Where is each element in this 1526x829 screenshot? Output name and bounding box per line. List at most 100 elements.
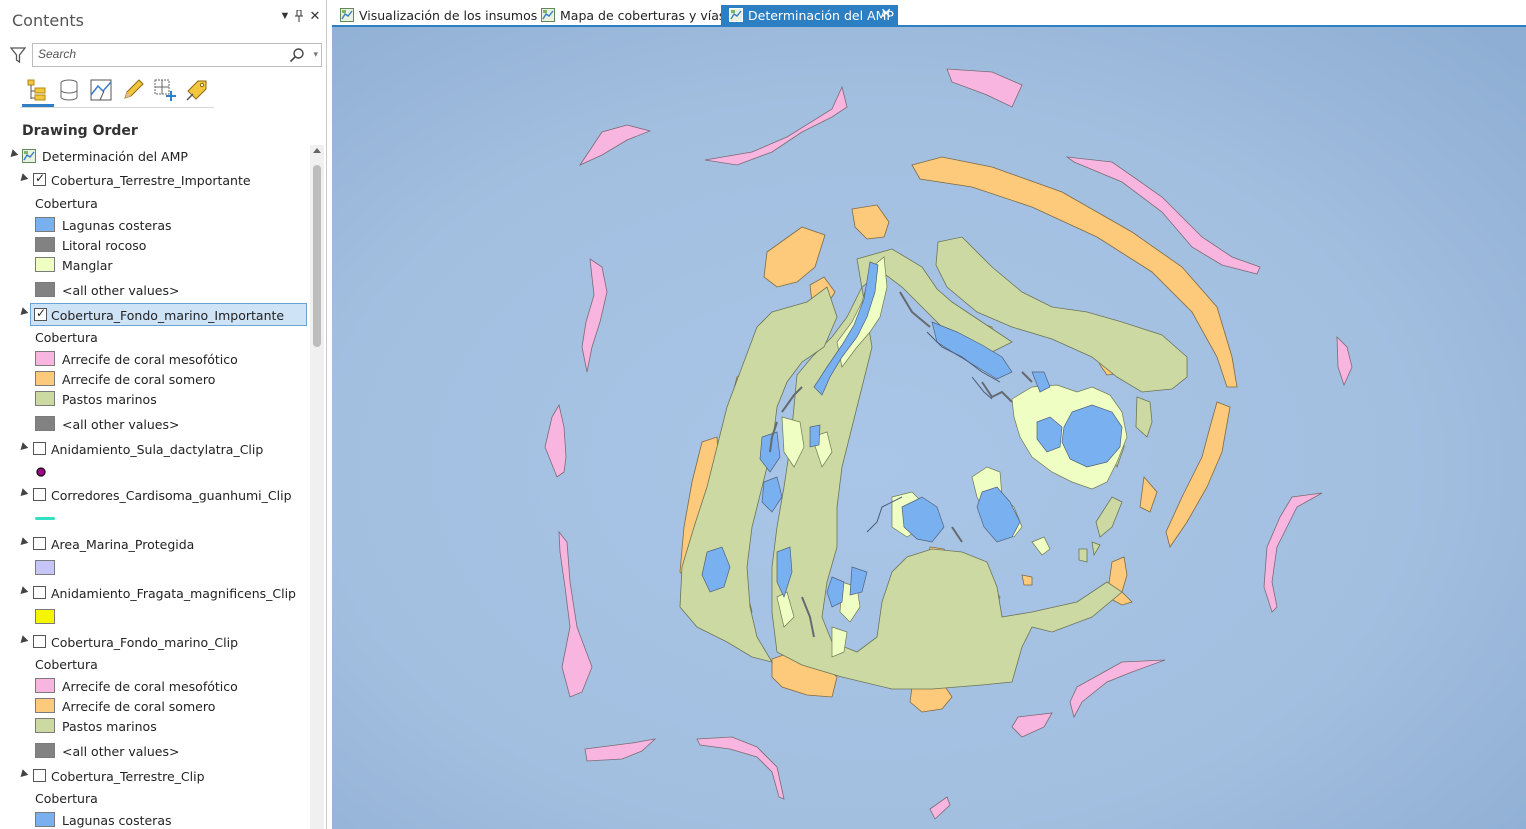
active-view-indicator: [22, 104, 54, 107]
legend-class-row[interactable]: <all other values>: [0, 413, 310, 435]
legend-class-row[interactable]: <all other values>: [0, 279, 310, 301]
map-view[interactable]: [332, 27, 1526, 829]
expand-arrow-icon[interactable]: [17, 307, 29, 318]
legend-swatch[interactable]: [35, 257, 55, 272]
scroll-up-arrow-icon[interactable]: [313, 148, 321, 153]
layer-visibility-checkbox[interactable]: [33, 635, 46, 648]
layer-row[interactable]: Anidamiento_Sula_dactylatra_Clip: [0, 438, 310, 460]
legend-class-row[interactable]: Arrecife de coral mesofótico: [0, 348, 310, 370]
expand-arrow-icon[interactable]: [17, 488, 29, 499]
expand-arrow-icon[interactable]: [17, 537, 29, 548]
layer-visibility-checkbox[interactable]: [33, 769, 46, 782]
list-by-data-source-icon[interactable]: [56, 77, 82, 103]
legend-class-label: Arrecife de coral mesofótico: [62, 679, 238, 694]
tree-scrollbar[interactable]: [310, 145, 324, 829]
tab-label: Mapa de coberturas y vías: [560, 8, 726, 23]
map-canvas[interactable]: [332, 27, 1526, 829]
legend-symbol-row[interactable]: [0, 606, 310, 628]
layer-tree: Determinación del AMP ✓ Cobertura_Terres…: [0, 145, 310, 829]
tree-map-row[interactable]: Determinación del AMP: [0, 145, 310, 167]
layer-name: Anidamiento_Fragata_magnificens_Clip: [51, 586, 296, 601]
line-symbol-icon[interactable]: [35, 517, 55, 520]
legend-swatch[interactable]: [35, 237, 55, 252]
legend-swatch[interactable]: [35, 371, 55, 386]
legend-class-row[interactable]: Pastos marinos: [0, 388, 310, 410]
map-view-tabs: Visualización de los insumos Mapa de cob…: [332, 0, 1526, 27]
legend-class-row[interactable]: Pastos marinos: [0, 715, 310, 737]
legend-swatch[interactable]: [35, 698, 55, 713]
search-dropdown-icon[interactable]: ▾: [313, 49, 318, 60]
map-icon: [729, 8, 743, 22]
layer-visibility-checkbox[interactable]: [33, 442, 46, 455]
list-by-drawing-order-icon[interactable]: [24, 77, 50, 103]
legend-class-label: <all other values>: [62, 744, 180, 759]
check-mark-icon: ✓: [36, 306, 47, 320]
list-by-snapping-icon[interactable]: [152, 77, 178, 103]
legend-swatch[interactable]: [35, 609, 55, 624]
legend-swatch[interactable]: [35, 560, 55, 575]
list-by-editing-icon[interactable]: [120, 77, 146, 103]
expand-arrow-icon[interactable]: [17, 173, 29, 184]
legend-class-row[interactable]: Arrecife de coral mesofótico: [0, 675, 310, 697]
tab-label: Determinación del AMP: [748, 8, 894, 23]
legend-symbol-row[interactable]: [0, 557, 310, 579]
pin-icon[interactable]: [292, 9, 306, 25]
layer-row[interactable]: ✓ Cobertura_Terrestre_Importante: [0, 169, 310, 191]
legend-swatch[interactable]: [35, 678, 55, 693]
legend-class-row[interactable]: Arrecife de coral somero: [0, 368, 310, 390]
legend-class-row[interactable]: Arrecife de coral somero: [0, 695, 310, 717]
legend-class-row[interactable]: Manglar: [0, 254, 310, 276]
expand-arrow-icon[interactable]: [17, 442, 29, 453]
legend-swatch[interactable]: [35, 217, 55, 232]
legend-class-label: Arrecife de coral somero: [62, 699, 216, 714]
layer-row[interactable]: Anidamiento_Fragata_magnificens_Clip: [0, 582, 310, 604]
contents-title: Contents: [12, 11, 84, 30]
tab-mapa-coberturas[interactable]: Mapa de coberturas y vías: [533, 5, 725, 26]
layer-row[interactable]: Area_Marina_Protegida: [0, 533, 310, 555]
layer-visibility-checkbox[interactable]: ✓: [33, 171, 46, 186]
legend-heading-row: Cobertura: [0, 787, 310, 809]
list-by-labeling-icon[interactable]: [184, 77, 210, 103]
tab-visualizacion-insumos[interactable]: Visualización de los insumos: [332, 5, 537, 26]
legend-swatch[interactable]: [35, 391, 55, 406]
legend-class-label: Pastos marinos: [62, 719, 157, 734]
layer-row[interactable]: Cobertura_Terrestre_Clip: [0, 765, 310, 787]
legend-class-row[interactable]: <all other values>: [0, 740, 310, 762]
scroll-thumb[interactable]: [313, 165, 321, 347]
legend-swatch[interactable]: [35, 282, 55, 297]
legend-symbol-row[interactable]: [0, 507, 310, 529]
legend-symbol-row[interactable]: [0, 461, 310, 483]
search-box[interactable]: ▾: [32, 43, 322, 67]
legend-class-label: Manglar: [62, 258, 113, 273]
pane-options-chevron-icon[interactable]: ▼: [278, 10, 292, 22]
legend-class-row[interactable]: Lagunas costeras: [0, 214, 310, 236]
layer-visibility-checkbox[interactable]: [33, 488, 46, 501]
expand-arrow-icon[interactable]: [17, 769, 29, 780]
point-symbol-icon[interactable]: [35, 466, 47, 478]
expand-arrow-icon[interactable]: [17, 586, 29, 597]
layer-name: Cobertura_Fondo_marino_Clip: [51, 635, 239, 650]
list-by-selection-icon[interactable]: [88, 77, 114, 103]
filter-icon[interactable]: [10, 46, 26, 64]
legend-swatch[interactable]: [35, 812, 55, 827]
expand-arrow-icon[interactable]: [17, 635, 29, 646]
layer-visibility-checkbox[interactable]: [33, 537, 46, 550]
expand-arrow-icon[interactable]: [7, 149, 19, 160]
close-tab-icon[interactable]: ✕: [880, 6, 892, 22]
layer-visibility-checkbox[interactable]: [33, 586, 46, 599]
legend-class-row[interactable]: Lagunas costeras: [0, 809, 310, 829]
check-mark-icon: ✓: [35, 171, 46, 185]
legend-swatch[interactable]: [35, 718, 55, 733]
legend-swatch[interactable]: [35, 416, 55, 431]
close-icon[interactable]: ✕: [308, 8, 322, 24]
layer-visibility-checkbox[interactable]: ✓: [34, 306, 47, 321]
layer-row-selected[interactable]: ✓ Cobertura_Fondo_marino_Importante: [30, 303, 307, 326]
search-input[interactable]: [38, 47, 278, 61]
layer-row[interactable]: Corredores_Cardisoma_guanhumi_Clip: [0, 484, 310, 506]
layer-row[interactable]: Cobertura_Fondo_marino_Clip: [0, 631, 310, 653]
legend-swatch[interactable]: [35, 351, 55, 366]
legend-class-row[interactable]: Litoral rocoso: [0, 234, 310, 256]
tab-determinacion-amp[interactable]: Determinación del AMP ✕: [721, 5, 898, 26]
search-icon[interactable]: [289, 47, 305, 63]
legend-swatch[interactable]: [35, 743, 55, 758]
